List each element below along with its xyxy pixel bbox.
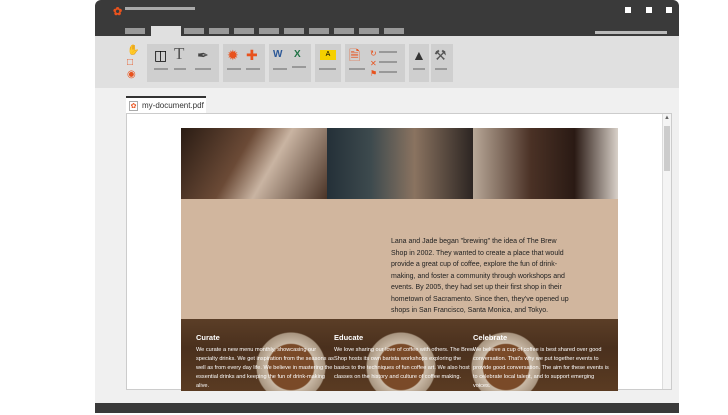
document-viewer[interactable]: Lana and Jade began "brewing" the idea o… bbox=[126, 113, 672, 391]
highlight-group: A bbox=[315, 44, 341, 82]
app-window: ✿ ✋ □ ◉ ◫ T ✒ ✹ ✚ W X A 🗎 ↻ ✕ ⚑ ▲ ⚒ ✿ my… bbox=[95, 0, 679, 413]
column-title: Celebrate bbox=[473, 333, 508, 342]
column-text: We believe a cup of coffee is best share… bbox=[473, 347, 609, 389]
ribbon-toolbar: ✋ □ ◉ ◫ T ✒ ✹ ✚ W X A 🗎 ↻ ✕ ⚑ ▲ ⚒ bbox=[95, 36, 679, 88]
scroll-up-icon[interactable]: ▲ bbox=[664, 115, 670, 121]
pdf-file-icon: ✿ bbox=[129, 101, 138, 111]
stamp-icon[interactable]: ▲ bbox=[412, 48, 426, 62]
features-section: Curate We curate a new menu monthly, show… bbox=[181, 319, 618, 391]
zoom-tool-icon[interactable]: ◉ bbox=[127, 68, 136, 82]
edit-group: ◫ T ✒ bbox=[147, 44, 219, 82]
column-educate: Educate We love sharing our love of coffe… bbox=[334, 333, 474, 382]
ribbon-tab-active[interactable] bbox=[151, 26, 181, 36]
text-tool-icon[interactable]: T bbox=[174, 45, 184, 62]
ribbon-tab[interactable] bbox=[309, 28, 329, 34]
ribbon-tab[interactable] bbox=[334, 28, 354, 34]
file-group: 🗎 ↻ ✕ ⚑ bbox=[345, 44, 405, 82]
convert-group: W X bbox=[269, 44, 311, 82]
column-celebrate: Celebrate We believe a cup of coffee is b… bbox=[473, 333, 613, 391]
search-placeholder[interactable] bbox=[595, 31, 667, 34]
pen-tool-icon[interactable]: ✒ bbox=[197, 48, 209, 62]
column-text: We love sharing our love of coffee with … bbox=[334, 347, 474, 380]
photo-customer bbox=[473, 128, 618, 199]
document-tab-label: my-document.pdf bbox=[142, 101, 204, 110]
highlight-icon[interactable]: A bbox=[320, 50, 336, 60]
ribbon-tab[interactable] bbox=[284, 28, 304, 34]
maximize-button[interactable] bbox=[646, 7, 652, 13]
window-title-placeholder bbox=[125, 7, 195, 10]
scrollbar-thumb[interactable] bbox=[664, 126, 670, 171]
ribbon-tab[interactable] bbox=[209, 28, 229, 34]
close-button[interactable] bbox=[666, 7, 672, 13]
column-title: Educate bbox=[334, 333, 364, 342]
vertical-scrollbar[interactable]: ▲ bbox=[662, 114, 671, 389]
title-bar: ✿ bbox=[95, 0, 679, 36]
ribbon-tab[interactable] bbox=[384, 28, 404, 34]
tools-icon[interactable]: ⚒ bbox=[434, 48, 447, 62]
document-area: ✿ my-document.pdf Lana and Jade began "b… bbox=[95, 88, 679, 403]
photo-cafe-crowd bbox=[327, 128, 473, 199]
intro-paragraph: Lana and Jade began "brewing" the idea o… bbox=[391, 238, 569, 314]
to-excel-icon[interactable]: X bbox=[294, 48, 301, 62]
column-text: We curate a new menu monthly, showcasing… bbox=[196, 347, 334, 389]
extract-icon[interactable]: ⚑ bbox=[370, 67, 377, 81]
ribbon-tab[interactable] bbox=[184, 28, 204, 34]
tools-group: ⚒ bbox=[431, 44, 453, 82]
page-group: ✹ ✚ bbox=[223, 44, 265, 82]
to-word-icon[interactable]: W bbox=[273, 48, 282, 62]
ribbon-tab[interactable] bbox=[359, 28, 379, 34]
pdf-page: Lana and Jade began "brewing" the idea o… bbox=[181, 128, 618, 391]
minimize-button[interactable] bbox=[625, 7, 631, 13]
ribbon-tab[interactable] bbox=[259, 28, 279, 34]
new-page-icon[interactable]: ✹ bbox=[227, 48, 239, 62]
status-bar bbox=[95, 403, 679, 413]
ribbon-tab[interactable] bbox=[234, 28, 254, 34]
insert-page-icon[interactable]: ✚ bbox=[246, 48, 258, 62]
open-file-icon[interactable]: 🗎 bbox=[349, 48, 360, 62]
ribbon-tabs bbox=[95, 26, 679, 36]
ribbon-tab[interactable] bbox=[125, 28, 145, 34]
stamp-group: ▲ bbox=[409, 44, 429, 82]
photo-barista bbox=[181, 128, 327, 199]
document-tab[interactable]: ✿ my-document.pdf bbox=[126, 96, 206, 113]
column-title: Curate bbox=[196, 333, 220, 342]
edit-text-icon[interactable]: ◫ bbox=[154, 48, 167, 62]
column-curate: Curate We curate a new menu monthly, show… bbox=[196, 333, 336, 391]
app-logo-icon: ✿ bbox=[113, 6, 123, 18]
